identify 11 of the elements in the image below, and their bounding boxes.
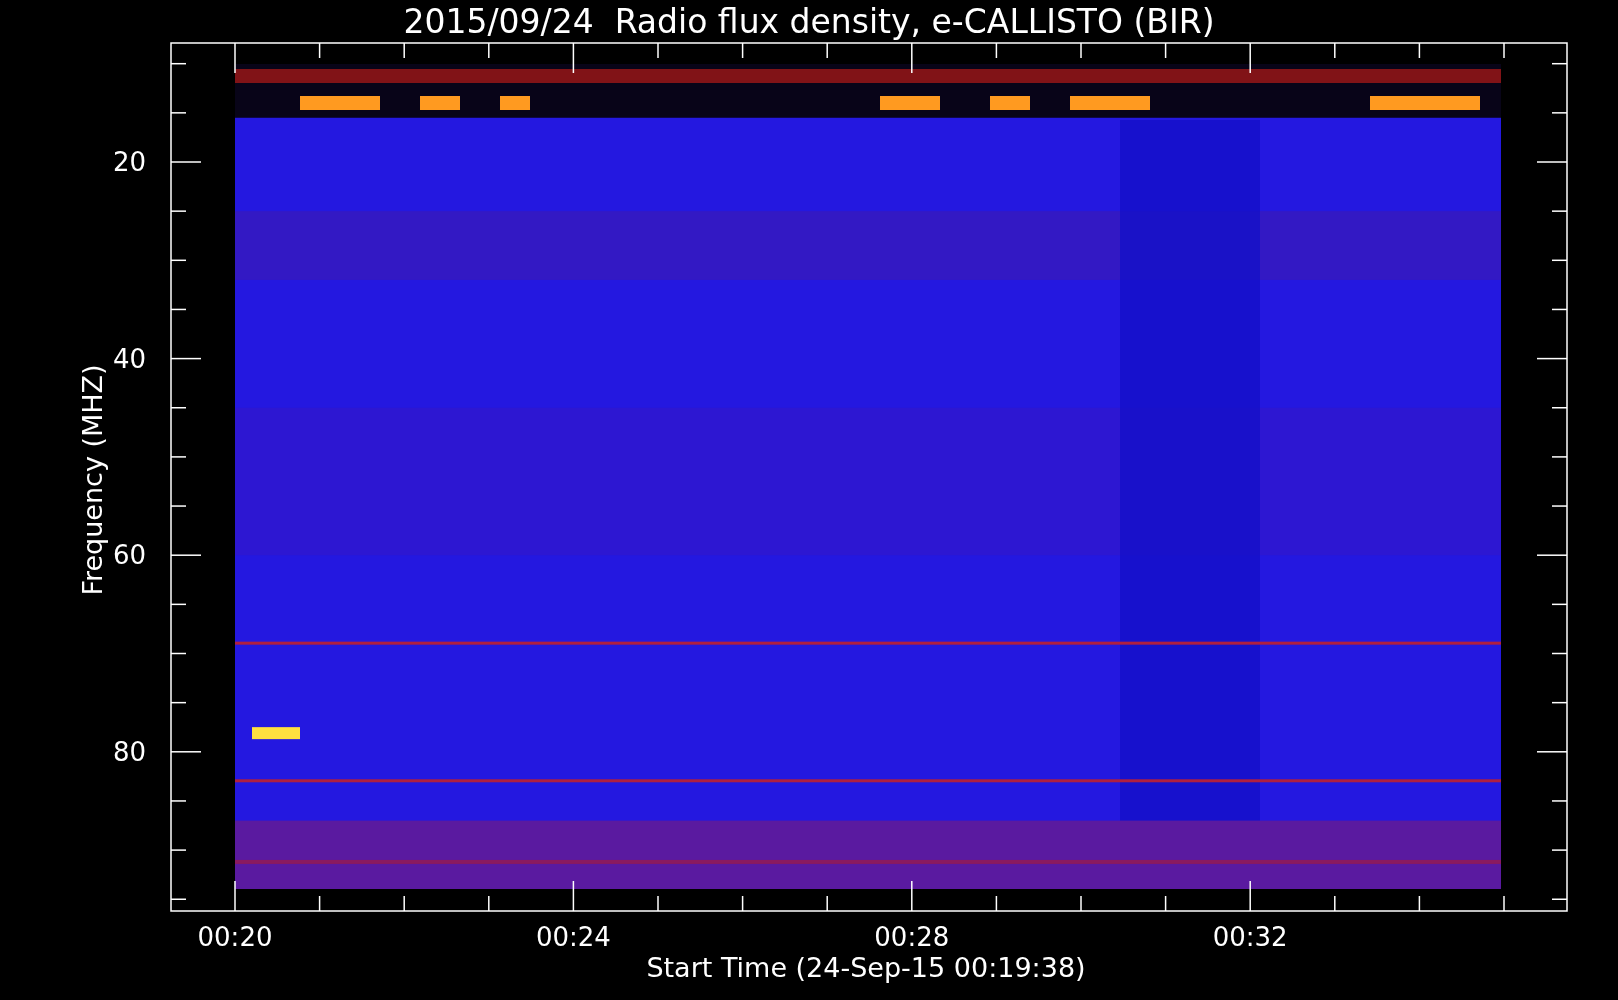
x-tick-label: 00:28 bbox=[874, 922, 950, 952]
x-axis-label: Start Time (24-Sep-15 00:19:38) bbox=[646, 952, 1086, 983]
x-tick-label: 00:20 bbox=[197, 922, 273, 952]
y-tick-label: 80 bbox=[112, 736, 146, 767]
y-tick-label: 20 bbox=[112, 147, 146, 177]
y-tick-label: 40 bbox=[112, 343, 146, 374]
y-axis-label: Frequency (MHZ) bbox=[77, 364, 108, 596]
x-tick-label: 00:32 bbox=[1212, 922, 1288, 952]
x-tick-label: 00:24 bbox=[535, 922, 611, 952]
y-tick-label: 60 bbox=[112, 540, 146, 571]
chart-title: 2015/09/24 Radio flux density, e-CALLISTO (BIR) bbox=[403, 2, 1215, 41]
